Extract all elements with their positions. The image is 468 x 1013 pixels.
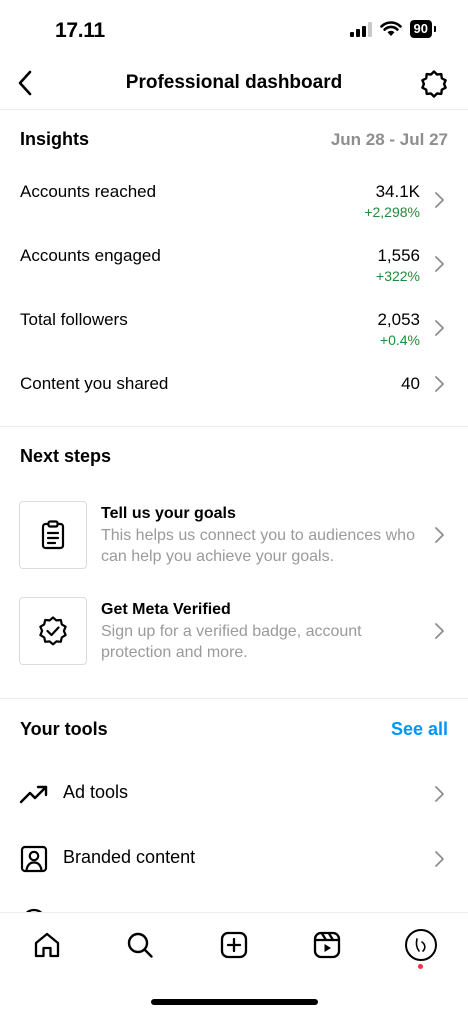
- metric-row-accounts-engaged[interactable]: Accounts engaged 1,556 +322%: [0, 246, 468, 302]
- verified-badge-icon: [39, 616, 67, 646]
- section-divider: [0, 698, 468, 699]
- status-time: 17.11: [55, 19, 105, 42]
- clipboard-icon: [41, 520, 65, 550]
- page-title: Professional dashboard: [125, 72, 343, 93]
- metric-row-total-followers[interactable]: Total followers 2,053 +0.4%: [0, 310, 468, 366]
- bottom-tab-bar: [0, 912, 468, 1013]
- metric-value: 1,556: [377, 246, 420, 265]
- next-step-card-meta-verified[interactable]: Get Meta Verified Sign up for a verified…: [0, 597, 468, 667]
- step-title: Get Meta Verified: [101, 601, 231, 618]
- chevron-right-icon: [435, 320, 444, 336]
- insights-date-range[interactable]: Jun 28 - Jul 27: [331, 130, 448, 150]
- tool-label: Branded content: [63, 847, 196, 867]
- metric-label: Accounts reached: [20, 182, 157, 201]
- notification-dot: [418, 964, 423, 969]
- tab-profile[interactable]: [403, 927, 439, 963]
- metric-change: +2,298%: [364, 204, 420, 220]
- cellular-signal-icon: [349, 21, 372, 37]
- step-description: This helps us connect you to audiences w…: [101, 527, 415, 565]
- chevron-right-icon: [435, 256, 444, 272]
- settings-button[interactable]: [418, 68, 450, 100]
- home-indicator: [151, 999, 318, 1005]
- reels-icon: [313, 931, 341, 959]
- tool-icon-box: [19, 844, 49, 874]
- profile-avatar-icon: [415, 938, 426, 952]
- chevron-right-icon: [435, 786, 444, 802]
- tool-icon-box: [19, 779, 49, 809]
- metric-label: Total followers: [20, 310, 128, 329]
- tab-home[interactable]: [29, 927, 65, 963]
- step-title: Tell us your goals: [101, 505, 236, 522]
- metric-label: Accounts engaged: [20, 246, 161, 265]
- metric-change: +322%: [376, 268, 420, 284]
- gear-icon: [421, 70, 447, 98]
- metric-value: 34.1K: [375, 182, 420, 201]
- metric-row-accounts-reached[interactable]: Accounts reached 34.1K +2,298%: [0, 182, 468, 238]
- tool-row-branded-content[interactable]: Branded content: [0, 840, 468, 880]
- step-icon-box: [19, 597, 87, 665]
- metric-label: Content you shared: [20, 374, 169, 393]
- tools-section-title: Your tools: [20, 719, 108, 739]
- status-bar: 17.11 90: [0, 0, 468, 56]
- metric-value: 2,053: [377, 310, 420, 329]
- metric-row-content-shared[interactable]: Content you shared 40: [0, 374, 468, 430]
- tool-label: Ad tools: [63, 782, 129, 802]
- chevron-right-icon: [435, 623, 444, 639]
- tab-reels[interactable]: [309, 927, 345, 963]
- chevron-right-icon: [435, 192, 444, 208]
- tab-create[interactable]: [216, 927, 252, 963]
- plus-square-icon: [220, 931, 248, 959]
- step-icon-box: [19, 501, 87, 569]
- chevron-right-icon: [435, 527, 444, 543]
- see-all-tools-link[interactable]: See all: [391, 719, 448, 740]
- top-app-bar: Professional dashboard: [0, 56, 468, 110]
- search-icon: [127, 932, 153, 958]
- battery-indicator: 90: [409, 20, 437, 38]
- wifi-icon: [379, 21, 402, 36]
- next-step-card-goals[interactable]: Tell us your goals This helps us connect…: [0, 501, 468, 571]
- chevron-right-icon: [435, 376, 444, 392]
- trending-up-icon: [19, 785, 48, 804]
- next-steps-section-title: Next steps: [20, 446, 112, 466]
- section-divider: [0, 426, 468, 427]
- tool-row-ad-tools[interactable]: Ad tools: [0, 775, 468, 815]
- avatar: [405, 929, 437, 961]
- chevron-right-icon: [435, 851, 444, 867]
- metric-value: 40: [401, 374, 420, 393]
- branded-content-icon: [20, 845, 48, 873]
- home-icon: [34, 932, 60, 958]
- step-description: Sign up for a verified badge, account pr…: [101, 623, 362, 661]
- metric-change: +0.4%: [379, 332, 420, 348]
- status-indicators: 90: [349, 20, 437, 38]
- tab-search[interactable]: [122, 927, 158, 963]
- insights-section-title: Insights: [20, 129, 90, 149]
